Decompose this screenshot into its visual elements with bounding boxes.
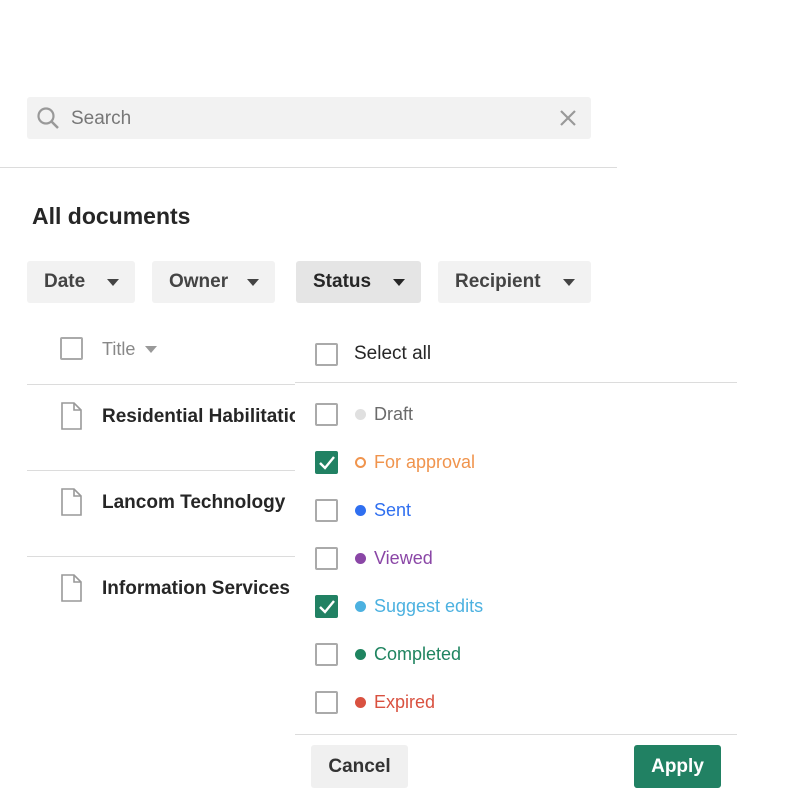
sort-caret-icon [145,346,158,353]
status-option[interactable]: Expired [315,687,435,717]
status-option[interactable]: Draft [315,399,413,429]
search-icon [37,107,59,129]
option-label: Draft [374,403,414,424]
status-dot-icon [355,456,366,468]
table-row[interactable]: Lancom Technology [27,479,295,529]
filter-label: Status [313,271,372,292]
status-option[interactable]: For approval [315,447,475,477]
checkmark-icon [319,455,335,470]
status-dot-icon [355,696,366,708]
document-title: Lancom Technology [102,492,286,513]
filter-label: Date [44,271,86,292]
title-header-label: Title [102,339,136,359]
checkbox[interactable] [315,594,338,618]
filter-date-button[interactable]: Date [27,261,135,303]
divider [0,167,617,168]
option-label: For approval [374,451,476,472]
checkmark-icon [319,599,335,614]
option-label: Sent [374,499,412,520]
option-label: Expired [374,691,436,712]
status-option[interactable]: Completed [315,639,461,669]
divider [27,556,297,557]
checkbox[interactable] [315,450,338,474]
status-option[interactable]: Suggest edits [315,591,483,621]
divider [27,384,297,385]
filter-label: Owner [169,271,229,292]
checkbox[interactable] [315,342,338,366]
filter-label: Recipient [455,271,541,292]
document-title: Information Services [102,578,290,599]
option-label: Completed [374,643,462,664]
cancel-button[interactable]: Cancel [311,745,408,788]
checkbox[interactable] [315,690,338,714]
option-label: Suggest edits [374,595,484,616]
table-row[interactable]: Information Services [27,565,295,615]
clear-search-icon[interactable] [560,110,576,126]
status-option[interactable]: Sent [315,495,411,525]
document-icon [61,488,82,516]
option-label: Viewed [374,547,433,568]
document-icon [61,402,82,430]
select-all-option[interactable]: Select all [315,339,431,369]
filter-recipient-button[interactable]: Recipient [438,261,591,303]
document-icon [61,574,82,602]
apply-button[interactable]: Apply [634,745,721,788]
document-title: Residential Habilitation [102,406,295,427]
divider [27,470,297,471]
status-dot-icon [355,648,366,660]
filter-status-button[interactable]: Status [296,261,421,303]
title-column-header[interactable]: Title [102,339,158,360]
filter-owner-button[interactable]: Owner [152,261,275,303]
page-title: All documents [32,203,191,229]
select-all-rows-checkbox[interactable] [60,337,83,360]
status-dot-icon [355,552,366,564]
caret-down-icon [247,278,259,286]
caret-down-icon [107,278,119,286]
option-label: Select all [354,343,432,364]
caret-down-icon [393,278,405,286]
table-row[interactable]: Residential Habilitation [27,393,295,443]
status-option[interactable]: Viewed [315,543,433,573]
checkbox[interactable] [315,642,338,666]
caret-down-icon [563,278,575,286]
search-input[interactable] [69,97,553,141]
status-dot-icon [355,408,366,420]
checkbox[interactable] [315,402,338,426]
divider [295,382,737,383]
checkbox[interactable] [315,546,338,570]
status-dropdown: Select all Draft For approval Sent Viewe… [295,323,737,800]
divider [295,734,737,735]
search-bar [27,97,591,141]
checkbox[interactable] [315,498,338,522]
status-dot-icon [355,600,366,612]
status-dot-icon [355,504,366,516]
